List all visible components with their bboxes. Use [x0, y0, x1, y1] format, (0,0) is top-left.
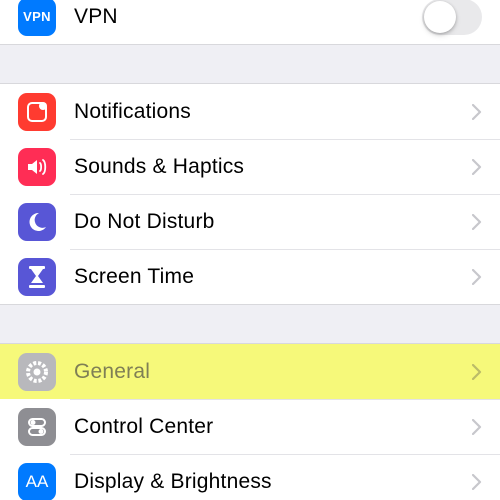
sliders-icon	[18, 408, 56, 446]
sounds-label: Sounds & Haptics	[74, 155, 464, 179]
chevron-right-icon	[472, 269, 482, 285]
dnd-row[interactable]: Do Not Disturb	[0, 194, 500, 249]
controlcenter-row[interactable]: Control Center	[0, 399, 500, 454]
notifications-row[interactable]: Notifications	[0, 84, 500, 139]
dnd-label: Do Not Disturb	[74, 210, 464, 234]
vpn-row[interactable]: VPN VPN	[0, 0, 500, 44]
chevron-right-icon	[472, 214, 482, 230]
screentime-row[interactable]: Screen Time	[0, 249, 500, 304]
section-gap	[0, 45, 500, 83]
general-label: General	[74, 360, 464, 384]
text-size-icon-label: AA	[26, 472, 49, 492]
sounds-row[interactable]: Sounds & Haptics	[0, 139, 500, 194]
gear-icon	[18, 353, 56, 391]
settings-group-general: General Control Center AA Display & Brig…	[0, 343, 500, 500]
sounds-icon	[18, 148, 56, 186]
settings-group-alerts: Notifications Sounds & Haptics Do Not Di…	[0, 83, 500, 305]
general-row[interactable]: General	[0, 344, 500, 399]
chevron-right-icon	[472, 364, 482, 380]
screentime-label: Screen Time	[74, 265, 464, 289]
chevron-right-icon	[472, 419, 482, 435]
vpn-label: VPN	[74, 5, 422, 29]
moon-icon	[18, 203, 56, 241]
vpn-toggle[interactable]	[422, 0, 482, 35]
notifications-label: Notifications	[74, 100, 464, 124]
display-label: Display & Brightness	[74, 470, 464, 494]
settings-group-network: VPN VPN	[0, 0, 500, 45]
hourglass-icon	[18, 258, 56, 296]
chevron-right-icon	[472, 159, 482, 175]
chevron-right-icon	[472, 474, 482, 490]
vpn-icon: VPN	[18, 0, 56, 36]
vpn-icon-label: VPN	[23, 9, 51, 24]
section-gap	[0, 305, 500, 343]
controlcenter-label: Control Center	[74, 415, 464, 439]
chevron-right-icon	[472, 104, 482, 120]
text-size-icon: AA	[18, 463, 56, 500]
notifications-icon	[18, 93, 56, 131]
display-row[interactable]: AA Display & Brightness	[0, 454, 500, 500]
